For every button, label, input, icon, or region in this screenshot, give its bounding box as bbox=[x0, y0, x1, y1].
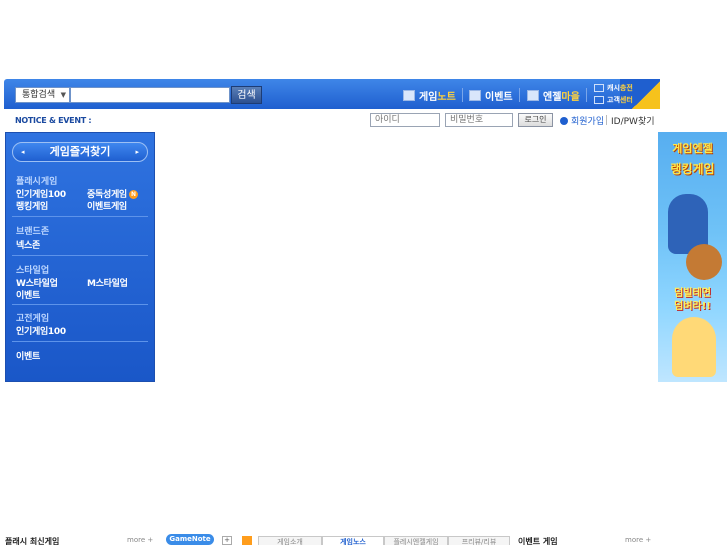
plus-icon[interactable]: + bbox=[222, 536, 232, 545]
bottom-content-strip: 플래시 최신게임 more + GameNote + 게임소개 게임노스 플레시… bbox=[0, 534, 727, 545]
tab-preview-review[interactable]: 프리뷰/리뷰 bbox=[448, 536, 510, 545]
game-favorites-label: 게임즐겨찾기 bbox=[49, 145, 111, 158]
rss-icon[interactable] bbox=[242, 536, 252, 545]
menu-divider bbox=[12, 216, 148, 217]
nav-divider bbox=[586, 88, 587, 102]
tab-flash-angel-game[interactable]: 플레시엔젤게임 bbox=[384, 536, 448, 545]
banner-line4: 덤벼라!! bbox=[674, 301, 711, 312]
banner-line2: 랭킹게임 bbox=[670, 162, 715, 176]
game-category-menu bbox=[5, 132, 155, 382]
event-games-title: 이벤트 게임 bbox=[518, 537, 558, 545]
password-field[interactable]: 비밀번호 bbox=[445, 113, 513, 127]
gamenote-logo[interactable]: GameNote bbox=[166, 534, 214, 545]
search-button[interactable]: 검색 bbox=[231, 86, 262, 104]
more-link[interactable]: more + bbox=[625, 536, 651, 544]
signup-label: 회원가입 bbox=[571, 117, 605, 127]
nav-event-label: 이벤트 bbox=[485, 91, 513, 103]
arrow-right-icon: ▸ bbox=[135, 148, 139, 156]
nav-gamenote-label: 게임노트 bbox=[419, 91, 456, 103]
more-link[interactable]: more + bbox=[127, 536, 153, 544]
search-scope-select[interactable]: 통합검색 ▼ bbox=[15, 87, 70, 103]
menu-section-event[interactable]: 이벤트 bbox=[16, 349, 40, 362]
menu-section-brand[interactable]: 브랜드존 bbox=[16, 224, 49, 237]
search-input[interactable] bbox=[70, 87, 230, 103]
ranking-game-banner[interactable]: 게임엔젤 랭킹게임 덤빌테면 덤벼라!! bbox=[658, 132, 727, 382]
menu-item-styleup-event[interactable]: 이벤트 bbox=[16, 288, 40, 301]
menu-item-m-styleup[interactable]: M스타일업 bbox=[87, 276, 128, 289]
angel-character-image bbox=[672, 317, 716, 377]
id-field[interactable]: 아이디 bbox=[370, 113, 440, 127]
banner-line1: 게임엔젤 bbox=[672, 142, 713, 155]
gift-icon bbox=[469, 89, 481, 101]
menu-item-ranking[interactable]: 랭킹게임 bbox=[16, 199, 48, 212]
chevron-down-icon: ▼ bbox=[60, 91, 66, 99]
menu-section-styleup[interactable]: 스타일업 bbox=[16, 263, 49, 276]
signup-link[interactable]: 회원가입 bbox=[560, 114, 604, 127]
menu-item-classic-popular100[interactable]: 인기게임100 bbox=[16, 324, 66, 337]
cash-charge-link[interactable]: 캐시충전 bbox=[594, 82, 633, 94]
search-scope-label: 통합검색 bbox=[22, 90, 56, 100]
people-icon bbox=[594, 96, 604, 104]
account-links: 캐시충전 고객센터 bbox=[594, 82, 633, 106]
arrow-left-icon: ◂ bbox=[21, 148, 25, 156]
nav-angel-village-label: 엔젤마을 bbox=[543, 91, 580, 103]
notice-event-label: NOTICE & EVENT : bbox=[15, 116, 92, 125]
tab-game-intro[interactable]: 게임소개 bbox=[258, 536, 322, 545]
login-button[interactable]: 로그인 bbox=[518, 113, 553, 127]
nav-divider bbox=[462, 88, 463, 102]
plus-circle-icon bbox=[560, 116, 568, 125]
menu-item-event-game[interactable]: 이벤트게임 bbox=[87, 199, 127, 212]
customer-center-link[interactable]: 고객센터 bbox=[594, 94, 633, 106]
monkey-character-image bbox=[686, 244, 722, 280]
menu-section-flash[interactable]: 플래시게임 bbox=[16, 174, 57, 187]
new-badge: N bbox=[128, 190, 138, 199]
menu-divider bbox=[12, 341, 148, 342]
link-divider bbox=[606, 115, 607, 125]
house-icon bbox=[527, 89, 539, 101]
note-icon bbox=[403, 89, 415, 101]
menu-section-classic[interactable]: 고전게임 bbox=[16, 311, 49, 324]
nav-event[interactable]: 이벤트 bbox=[469, 86, 513, 104]
menu-divider bbox=[12, 255, 148, 256]
nav-angel-village[interactable]: 엔젤마을 bbox=[527, 86, 580, 104]
cart-icon bbox=[594, 84, 604, 92]
nav-gamenote[interactable]: 게임노트 bbox=[403, 86, 456, 104]
find-id-pw-link[interactable]: ID/PW찾기 bbox=[611, 114, 655, 127]
game-favorites-button[interactable]: ◂ 게임즐겨찾기 ▸ bbox=[12, 142, 148, 162]
menu-item-nexzone[interactable]: 넥스존 bbox=[16, 238, 40, 251]
latest-flash-games-title: 플래시 최신게임 bbox=[5, 537, 60, 545]
nav-divider bbox=[519, 88, 520, 102]
menu-divider bbox=[12, 304, 148, 305]
tab-game-news[interactable]: 게임노스 bbox=[322, 536, 384, 545]
